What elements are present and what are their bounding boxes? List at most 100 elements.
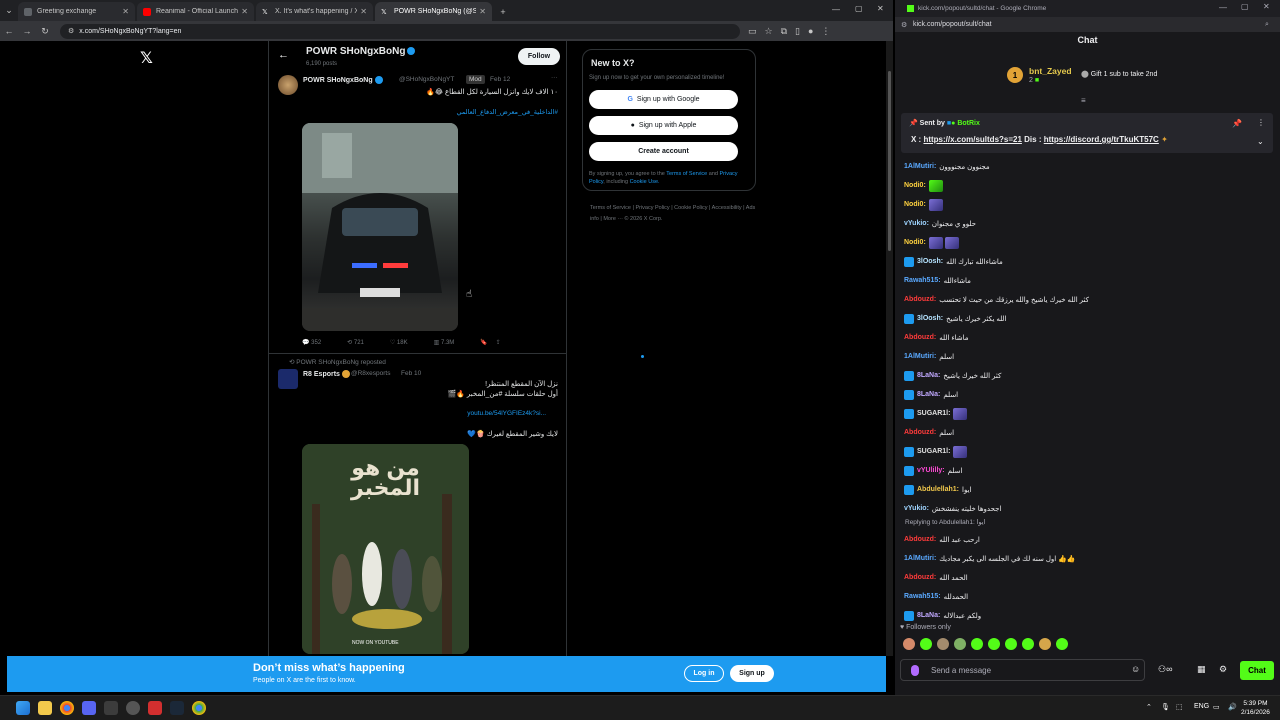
collapse-chevron-icon[interactable]: ⌄ xyxy=(1257,137,1264,146)
maximize-icon[interactable]: ▢ xyxy=(855,4,863,13)
tray-volume-icon[interactable]: 🔊 xyxy=(1228,703,1237,711)
chat-username[interactable]: 1AlMutiri: xyxy=(904,555,936,562)
send-chat-button[interactable]: Chat xyxy=(1240,661,1274,680)
tweet-handle[interactable]: @R8xesports xyxy=(351,370,390,377)
app-icon[interactable] xyxy=(148,701,162,715)
tweet-image-poster[interactable]: من هو المخبر NOW ON YOUTUBE xyxy=(302,444,469,654)
tweet-author[interactable]: R8 Esports xyxy=(303,370,350,378)
follow-button[interactable]: Follow xyxy=(518,48,560,65)
reload-icon[interactable]: ↻ xyxy=(36,26,54,37)
reply-button[interactable]: 💬 352 xyxy=(302,339,321,346)
emoji-picker-icon[interactable]: ☺ xyxy=(1131,664,1140,674)
chat-username[interactable]: 8LaNa: xyxy=(917,612,940,619)
tab-search-icon[interactable]: ⌄ xyxy=(0,5,18,16)
close-icon[interactable]: ✕ xyxy=(479,7,486,16)
app-icon[interactable] xyxy=(104,701,118,715)
minimize-icon[interactable]: — xyxy=(1219,3,1227,12)
emote-button[interactable] xyxy=(1039,638,1051,650)
chat-username[interactable]: Abdouzd: xyxy=(904,536,936,543)
chat-emote[interactable] xyxy=(928,198,943,211)
repost-button[interactable]: ⟲ 721 xyxy=(347,339,364,346)
chat-username[interactable]: vYukio: xyxy=(904,505,929,512)
tweet-hashtag[interactable]: #الداخلية_في_معرض_الدفاع_العالمي xyxy=(456,108,558,116)
tweet-handle[interactable]: @SHoNgxBoNgYT xyxy=(399,76,454,83)
tweet-author[interactable]: POWR SHoNgxBoNg xyxy=(303,76,383,84)
system-clock[interactable]: 5:39 PM 2/16/2026 xyxy=(1241,699,1270,717)
bookmark-star-icon[interactable]: ☆ xyxy=(765,26,773,37)
chat-username[interactable]: 1AlMutiri: xyxy=(904,163,936,170)
emote-button[interactable] xyxy=(1005,638,1017,650)
chat-username[interactable]: vYukio: xyxy=(904,220,929,227)
chrome-icon[interactable] xyxy=(60,701,74,715)
scrollbar-thumb[interactable] xyxy=(888,71,891,251)
chat-username[interactable]: Abdouzd: xyxy=(904,429,936,436)
chat-username[interactable]: 3lOosh: xyxy=(917,315,943,322)
emote-button[interactable] xyxy=(920,638,932,650)
tray-chevron-icon[interactable]: ⌃ xyxy=(1146,703,1152,711)
close-icon[interactable]: ✕ xyxy=(360,7,367,16)
chat-username[interactable]: Nodi0: xyxy=(904,201,926,208)
message-input[interactable] xyxy=(931,663,1121,678)
drag-handle-icon[interactable]: ≡ xyxy=(1081,96,1086,105)
window-close-icon[interactable]: ✕ xyxy=(1263,2,1270,11)
close-icon[interactable]: ✕ xyxy=(122,7,129,16)
footer-links[interactable]: Terms of Service | Privacy Policy | Cook… xyxy=(590,203,760,225)
back-icon[interactable]: ← xyxy=(0,26,18,36)
emote-button[interactable] xyxy=(988,638,1000,650)
chat-username[interactable]: Abdouzd: xyxy=(904,296,936,303)
cast-icon[interactable]: ▭ xyxy=(748,26,757,37)
site-info-icon[interactable]: ⚙ xyxy=(68,27,74,35)
app-icon[interactable] xyxy=(126,701,140,715)
chat-username[interactable]: Nodi0: xyxy=(904,239,926,246)
login-button[interactable]: Log in xyxy=(684,665,724,682)
site-info-icon[interactable]: ⚙ xyxy=(901,21,907,29)
share-icon[interactable]: ⇪ xyxy=(496,339,501,346)
chat-username[interactable]: vYUlilly: xyxy=(917,467,945,474)
discord-icon[interactable] xyxy=(82,701,96,715)
chat-emote[interactable] xyxy=(928,236,943,249)
tray-mic-icon[interactable]: 🎙 xyxy=(1161,703,1170,711)
forward-icon[interactable]: → xyxy=(18,26,36,36)
emote-button[interactable] xyxy=(903,638,915,650)
windows-start-icon[interactable] xyxy=(16,701,30,715)
settings-gear-icon[interactable]: ⚙ xyxy=(1219,664,1227,675)
new-tab-icon[interactable]: + xyxy=(494,7,512,17)
menu-kebab-icon[interactable]: ⋮ xyxy=(821,26,830,37)
chat-emote[interactable] xyxy=(928,179,943,192)
terms-link[interactable]: Terms of Service xyxy=(666,171,707,177)
steam-icon[interactable] xyxy=(170,701,184,715)
bookmark-icon[interactable]: 🔖 xyxy=(480,339,487,346)
emote-button[interactable] xyxy=(1056,638,1068,650)
file-explorer-icon[interactable] xyxy=(38,701,52,715)
close-icon[interactable]: ✕ xyxy=(241,7,248,16)
chat-emote[interactable] xyxy=(944,236,959,249)
minimize-icon[interactable]: — xyxy=(832,5,840,14)
chat-username[interactable]: 8LaNa: xyxy=(917,391,940,398)
discord-link[interactable]: https://discord.gg/trTkuKT57C xyxy=(1044,135,1159,144)
zoom-icon[interactable]: ⌕ xyxy=(1265,21,1269,29)
chat-username[interactable]: SUGAR1l: xyxy=(917,410,950,417)
chat-username[interactable]: Abdouzd: xyxy=(904,334,936,341)
more-vertical-icon[interactable]: ⋮ xyxy=(1257,118,1265,127)
avatar[interactable] xyxy=(278,75,298,95)
profile-avatar-icon[interactable]: ● xyxy=(808,26,813,36)
chat-username[interactable]: Rawah515: xyxy=(904,593,941,600)
window-close-icon[interactable]: ✕ xyxy=(877,4,884,13)
chat-username[interactable]: Rawah515: xyxy=(904,277,941,284)
chat-username[interactable]: 3lOosh: xyxy=(917,258,943,265)
views-button[interactable]: ▥ 7.3M xyxy=(434,339,455,346)
tray-network-icon[interactable]: ⬚ xyxy=(1176,703,1183,711)
tweet-link[interactable]: youtu.be/54lYGFIEz4k?si... xyxy=(467,410,546,417)
tab-reanimal[interactable]: Reanimal - Official Launch Trailer✕ xyxy=(137,2,254,21)
chrome-icon[interactable] xyxy=(192,701,206,715)
tab-x-profile[interactable]: 𝕏POWR SHoNgxBoNg (@SHoNgxBoNgYT) / X✕ xyxy=(375,2,492,21)
unpin-icon[interactable]: 📌 xyxy=(1232,119,1242,128)
signup-button[interactable]: Sign up xyxy=(730,665,774,682)
microphone-icon[interactable] xyxy=(911,665,919,676)
avatar[interactable] xyxy=(278,369,298,389)
gift-sub-prompt[interactable]: ⬤ Gift 1 sub to take 2nd xyxy=(1081,70,1157,78)
create-account-button[interactable]: Create account xyxy=(589,142,738,161)
x-link[interactable]: https://x.com/sultds?s=21 xyxy=(923,135,1021,144)
chat-users-icon[interactable]: ⚇∞ xyxy=(1158,664,1172,675)
more-icon[interactable]: ··· xyxy=(551,74,558,81)
